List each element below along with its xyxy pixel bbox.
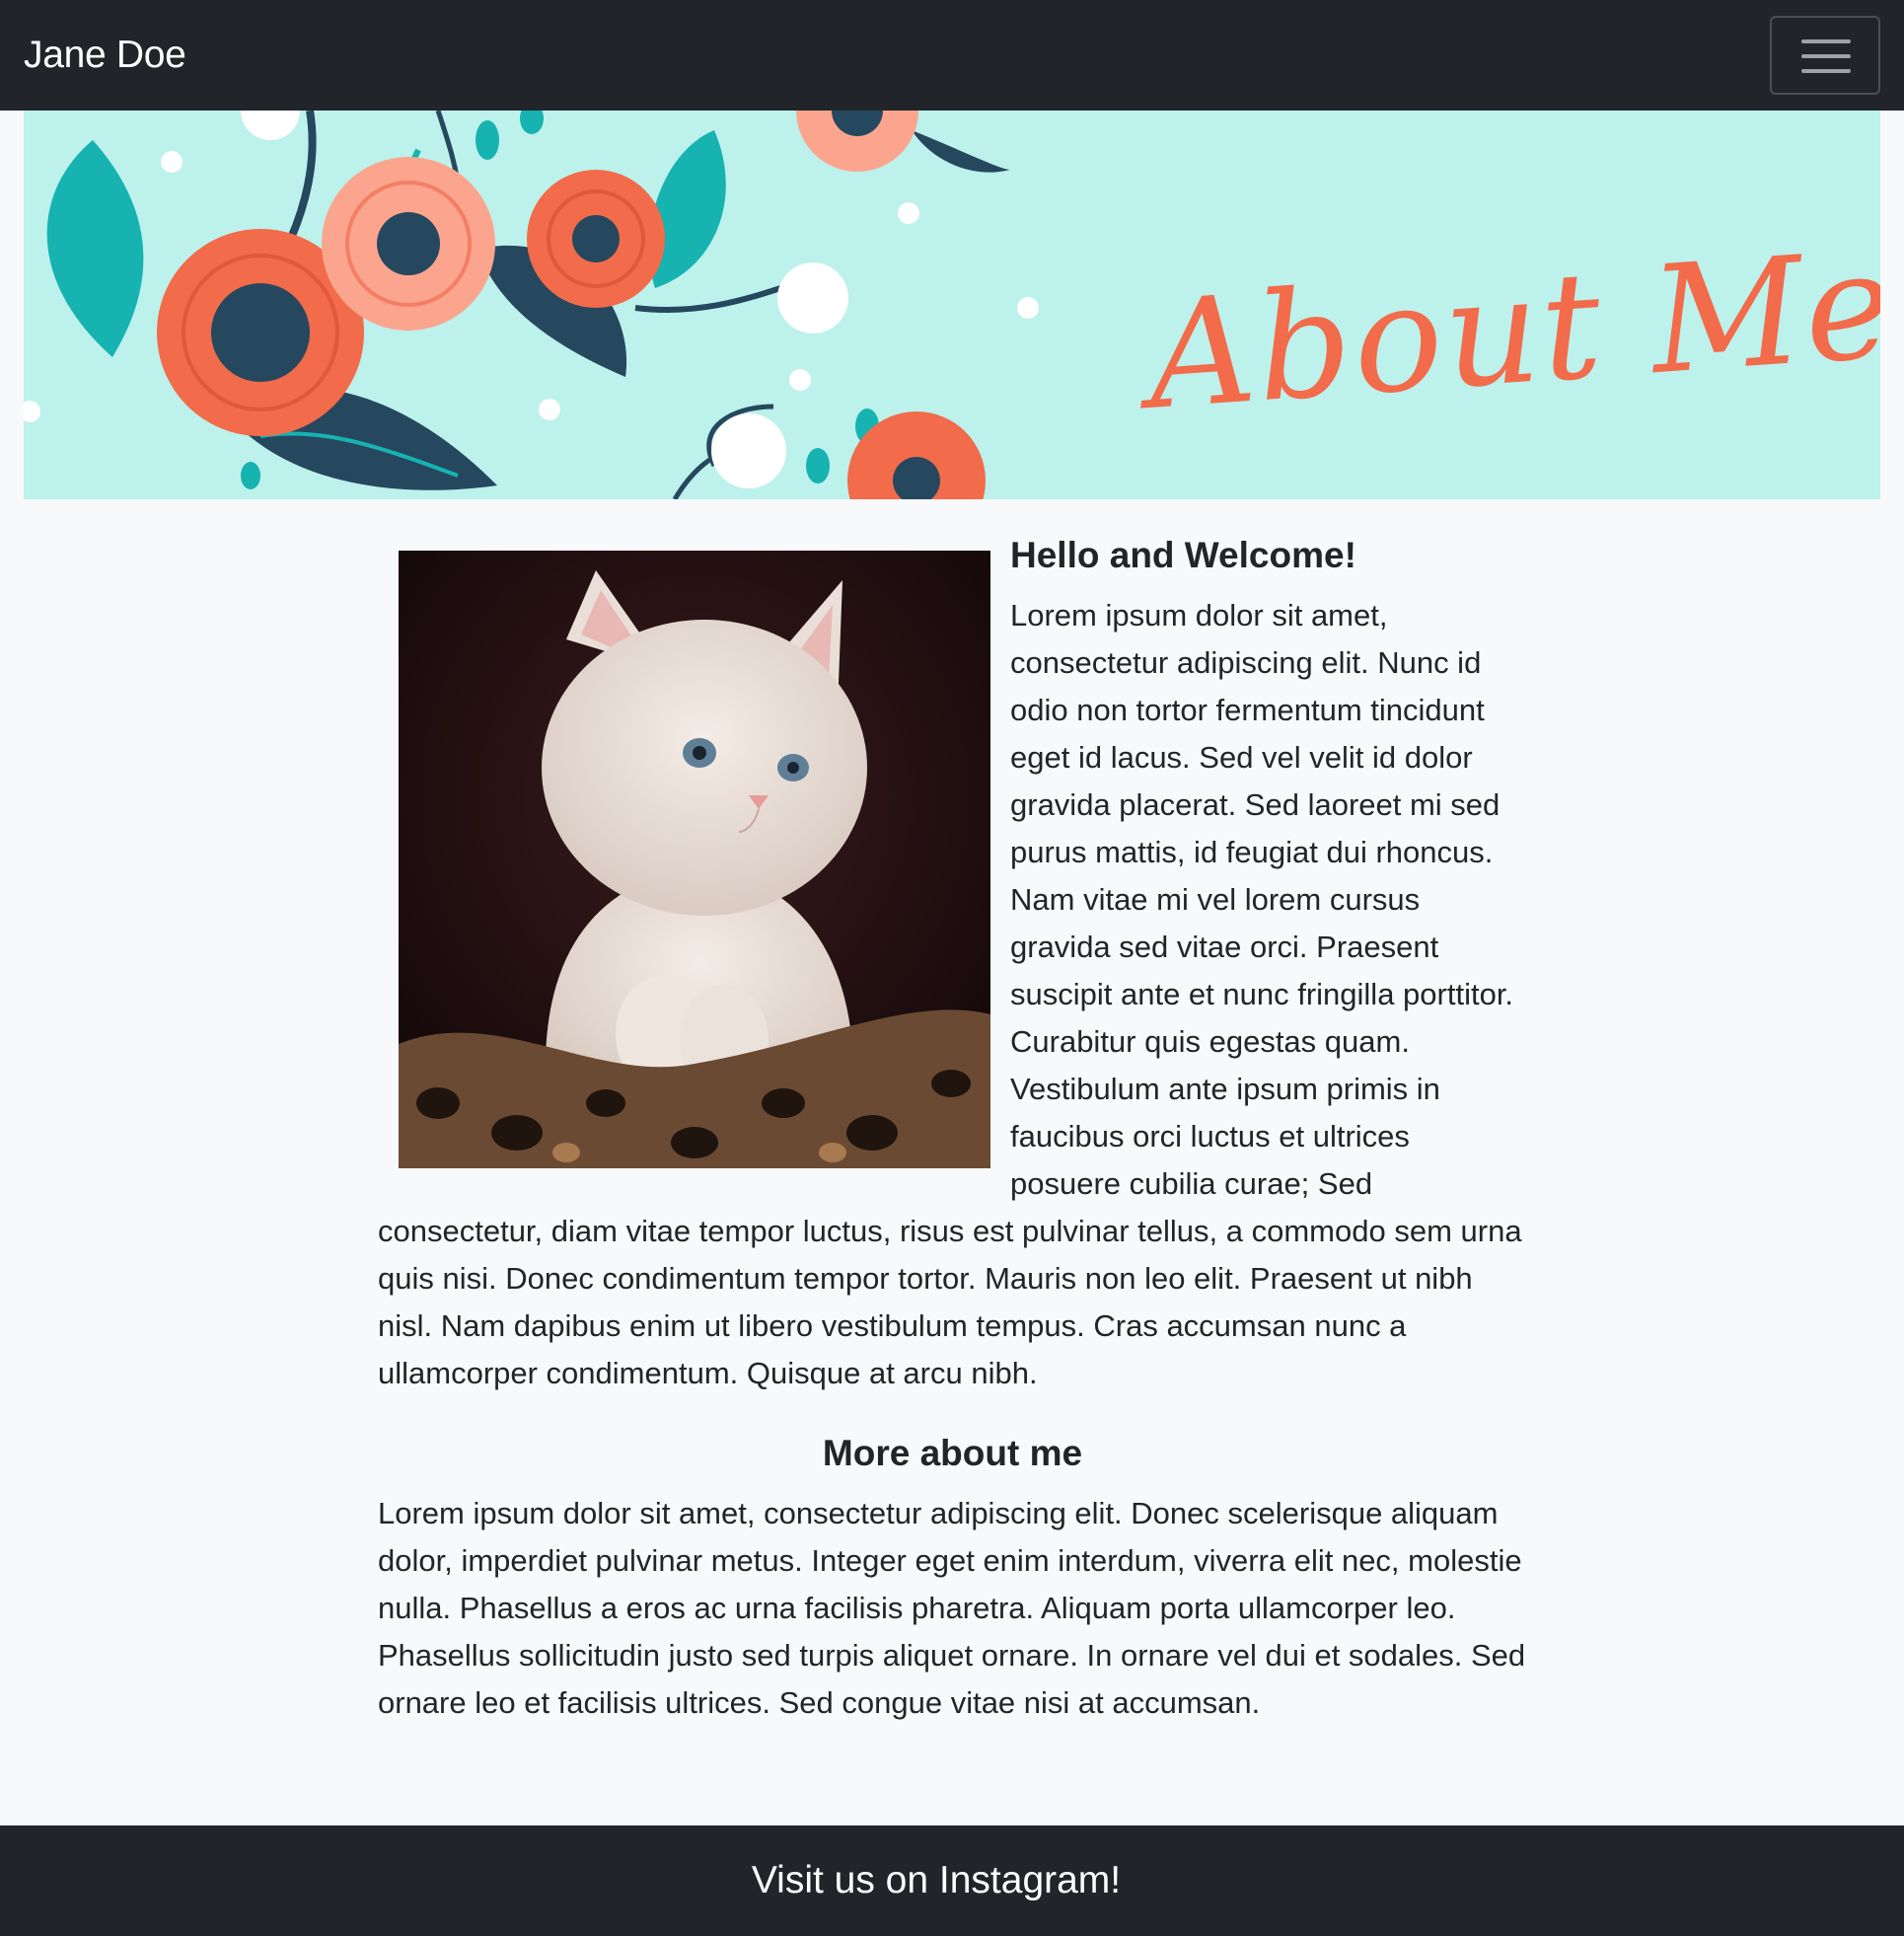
instagram-link[interactable]: Visit us on Instagram! bbox=[0, 1855, 1872, 1906]
more-paragraph: Lorem ipsum dolor sit amet, consectetur … bbox=[378, 1496, 1526, 1720]
kitten-photo bbox=[399, 551, 990, 1168]
about-banner: About Me bbox=[24, 111, 1880, 499]
navbar-toggler-button[interactable] bbox=[1770, 16, 1880, 95]
brand-link[interactable]: Jane Doe bbox=[24, 30, 186, 81]
navbar: Jane Doe bbox=[0, 0, 1904, 111]
footer: Visit us on Instagram! bbox=[0, 1825, 1904, 1936]
main-content: Hello and Welcome! Lorem ipsum dolor sit… bbox=[378, 531, 1527, 1727]
more-heading: More about me bbox=[822, 1433, 1083, 1473]
